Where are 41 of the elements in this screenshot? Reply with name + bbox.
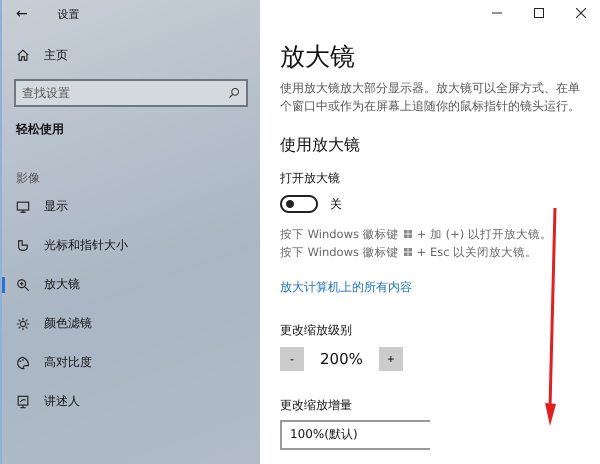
sidebar-item[interactable]: 光标和指针大小 <box>2 226 260 265</box>
zoom-out-button[interactable]: - <box>280 347 304 371</box>
description-text: 使用放大镜放大部分显示器。放大镜可以全屏方式、在单个窗口中或作为在屏幕上追随你的鼠标指针的镜头运行。 <box>280 80 580 115</box>
toggle-label: 打开放大镜 <box>280 170 341 187</box>
section-heading: 使用放大镜 <box>280 135 361 156</box>
sidebar-item[interactable]: 颜色滤镜 <box>2 304 260 343</box>
toggle-state: 关 <box>330 196 342 212</box>
page-title: 放大镜 <box>280 41 356 73</box>
sidebar-item[interactable]: 放大镜 <box>2 265 260 304</box>
narrator-icon <box>16 394 30 408</box>
monitor-icon <box>16 200 30 214</box>
home-icon <box>16 48 30 62</box>
hotkey-text: 按下 Windows 徽标键 <box>280 226 399 243</box>
section-heading: 影像 <box>16 170 41 187</box>
back-button[interactable]: ← <box>16 6 28 22</box>
search-field[interactable]: 查找设置 <box>14 79 248 107</box>
magnifier-icon <box>16 278 30 292</box>
hotkey-text: + 加 (+) 以打开放大镜。 <box>416 226 552 243</box>
hotkey-text: + Esc 以关闭放大镜。 <box>416 244 538 261</box>
sidebar-item[interactable]: 高对比度 <box>2 343 260 382</box>
zoom-increment-dropdown[interactable]: 100%(默认) <box>280 420 430 450</box>
toggle-switch[interactable] <box>280 195 318 213</box>
zoom-level-value: 200% <box>320 350 363 368</box>
magnify-all-link[interactable]: 放大计算机上的所有内容 <box>280 279 412 296</box>
sidebar-item[interactable]: 讲述人 <box>2 382 260 421</box>
maximize-icon[interactable] <box>534 8 544 18</box>
sun-icon <box>16 316 30 330</box>
search-icon <box>228 87 240 99</box>
category-heading: 轻松使用 <box>16 121 65 138</box>
zoom-level-label: 更改缩放级别 <box>280 322 353 339</box>
home-nav-item[interactable]: 主页 <box>2 40 260 70</box>
zoom-increment-label: 更改缩放增量 <box>280 397 353 414</box>
palette-icon <box>16 356 30 370</box>
hotkey-text: 按下 Windows 徽标键 <box>280 244 399 261</box>
windows-logo-icon <box>404 230 412 238</box>
window-title: 设置 <box>58 6 80 22</box>
sidebar-item[interactable]: 显示 <box>2 187 260 226</box>
windows-logo-icon <box>404 248 412 256</box>
pointer-hand-icon <box>16 238 30 252</box>
close-icon[interactable] <box>576 8 586 18</box>
zoom-in-button[interactable]: + <box>378 347 403 371</box>
